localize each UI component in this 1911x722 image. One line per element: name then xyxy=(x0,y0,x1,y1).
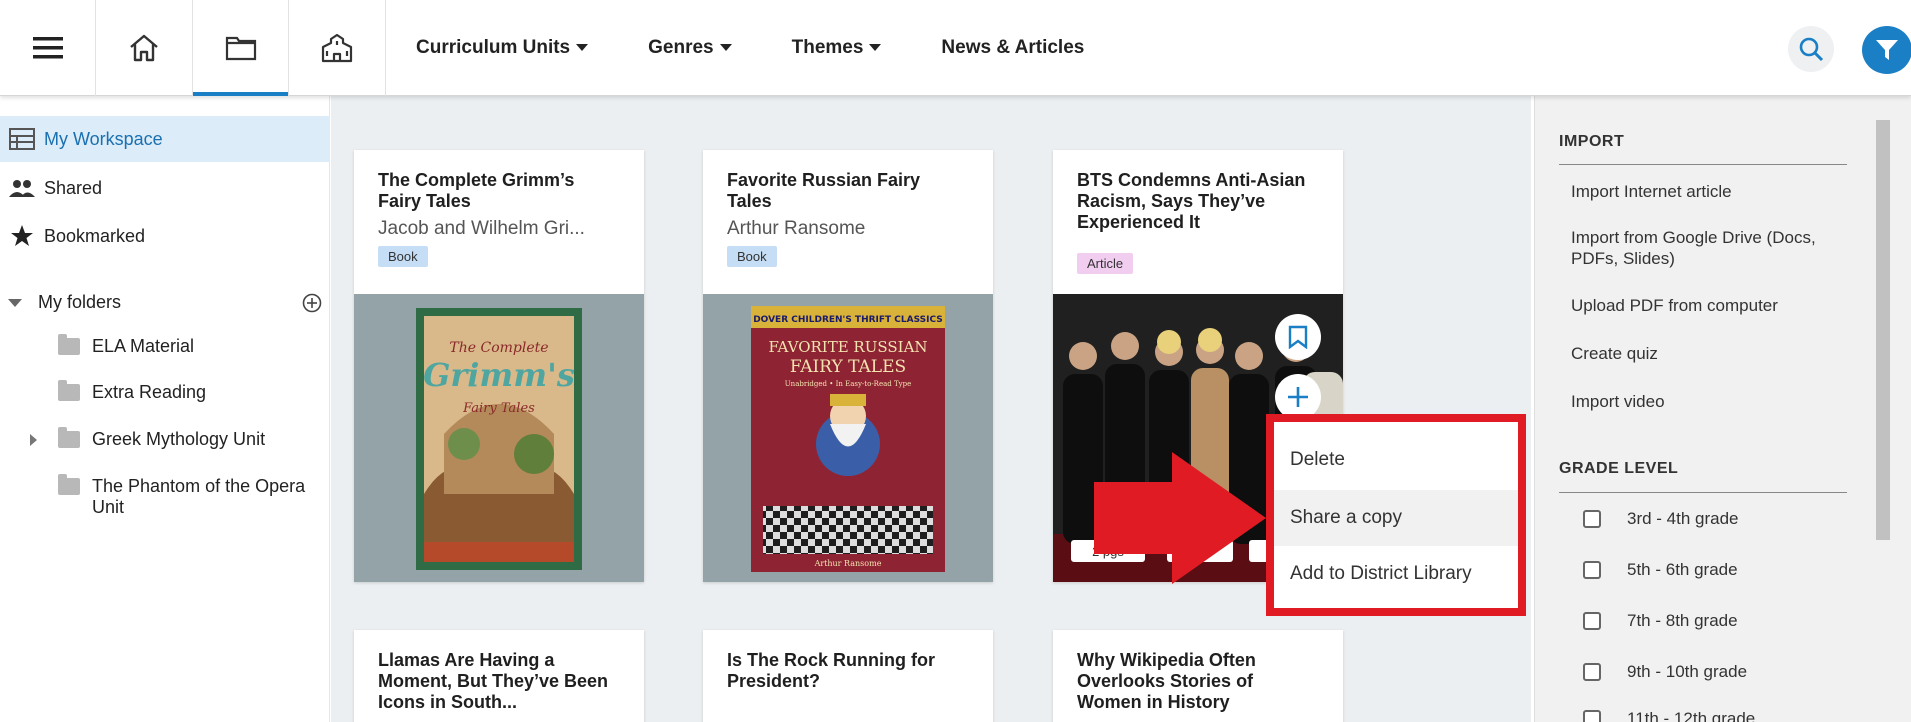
content-card[interactable]: Why Wikipedia Often Overlooks Stories of… xyxy=(1053,630,1343,722)
top-navigation: Curriculum Units Genres Themes News & Ar… xyxy=(0,0,1911,96)
checkbox[interactable] xyxy=(1583,612,1601,630)
caret-down-icon xyxy=(719,44,732,51)
import-google-drive[interactable]: Import from Google Drive (Docs, PDFs, Sl… xyxy=(1571,227,1831,269)
create-quiz[interactable]: Create quiz xyxy=(1571,343,1658,364)
search-button[interactable] xyxy=(1788,26,1834,72)
content-card[interactable]: Llamas Are Having a Moment, But They’ve … xyxy=(354,630,644,722)
type-badge: Book xyxy=(727,246,777,267)
card-title: Llamas Are Having a Moment, But They’ve … xyxy=(378,650,609,712)
checkbox[interactable] xyxy=(1583,663,1601,681)
scrollbar-thumb[interactable] xyxy=(1876,120,1890,540)
folder-item[interactable]: The Phantom of the Opera Unit xyxy=(58,474,328,518)
sidebar-item-label: My Workspace xyxy=(44,128,163,149)
nav-genres[interactable]: Genres xyxy=(648,37,732,59)
upload-pdf[interactable]: Upload PDF from computer xyxy=(1571,295,1778,316)
content-card[interactable]: The Complete Grimm’s Fairy Tales Jacob a… xyxy=(354,150,644,582)
nav-themes[interactable]: Themes xyxy=(792,37,882,59)
sidebar: My Workspace Shared Bookmarked My folder… xyxy=(0,96,330,722)
folder-icon xyxy=(58,474,80,495)
sidebar-item-bookmarked[interactable]: Bookmarked xyxy=(0,213,330,259)
menu-button[interactable] xyxy=(0,0,96,96)
type-badge: Article xyxy=(1077,253,1134,274)
school-icon xyxy=(321,33,353,62)
nav-news-articles[interactable]: News & Articles xyxy=(941,37,1084,59)
divider xyxy=(1559,492,1847,493)
home-icon xyxy=(130,34,158,61)
grade-option[interactable]: 7th - 8th grade xyxy=(1583,611,1738,631)
folder-icon xyxy=(225,36,256,60)
bookmark-icon xyxy=(1288,325,1308,349)
import-video[interactable]: Import video xyxy=(1571,391,1665,412)
card-title: BTS Condemns Anti-Asian Racism, Says The… xyxy=(1077,170,1306,232)
sidebar-item-label: Shared xyxy=(44,177,103,198)
card-author: Arthur Ransome xyxy=(727,218,866,239)
grade-option[interactable]: 3rd - 4th grade xyxy=(1583,509,1739,529)
bookmark-button[interactable] xyxy=(1275,314,1321,360)
cover-author-text: Arthur Ransome xyxy=(814,559,882,568)
nav-curriculum-units[interactable]: Curriculum Units xyxy=(416,37,589,59)
folder-item[interactable]: ELA Material xyxy=(58,334,194,357)
workspace-icon xyxy=(0,128,44,150)
star-icon xyxy=(0,224,44,248)
people-icon xyxy=(0,178,44,198)
cover-sub-text: Unabridged • In Easy-to-Read Type xyxy=(785,380,911,388)
context-menu: Delete Share a copy Add to District Libr… xyxy=(1266,414,1526,616)
grade-level-heading: GRADE LEVEL xyxy=(1559,460,1679,477)
folder-item[interactable]: Extra Reading xyxy=(58,380,206,403)
svg-text:FAVORITE RUSSIAN: FAVORITE RUSSIAN xyxy=(768,338,927,356)
card-title: Favorite Russian Fairy Tales xyxy=(727,170,921,211)
red-arrow-annotation xyxy=(1094,452,1266,584)
divider xyxy=(1559,164,1847,165)
home-button[interactable] xyxy=(96,0,193,96)
card-author: Jacob and Wilhelm Gri... xyxy=(378,218,585,239)
folder-icon xyxy=(58,380,80,401)
grade-option[interactable]: 5th - 6th grade xyxy=(1583,560,1738,580)
card-title: Is The Rock Running for President? xyxy=(727,650,936,691)
menu-item-add-district-library[interactable]: Add to District Library xyxy=(1274,546,1518,602)
checkbox[interactable] xyxy=(1583,561,1601,579)
card-cover-image: The Complete Grimm's Fairy Tales xyxy=(354,294,644,582)
filter-button[interactable] xyxy=(1862,26,1911,74)
workspace-grid: The Complete Grimm’s Fairy Tales Jacob a… xyxy=(331,96,1531,722)
content-card[interactable]: Favorite Russian Fairy Tales Arthur Rans… xyxy=(703,150,993,582)
card-title: The Complete Grimm’s Fairy Tales xyxy=(378,170,575,211)
card-cover-image: DOVER CHILDREN'S THRIFT CLASSICS FAVORIT… xyxy=(703,294,993,582)
cover-series-text: DOVER CHILDREN'S THRIFT CLASSICS xyxy=(753,315,943,325)
grade-option[interactable]: 11th - 12th grade xyxy=(1583,709,1755,722)
grade-option[interactable]: 9th - 10th grade xyxy=(1583,662,1747,682)
add-folder-button[interactable] xyxy=(302,293,322,318)
caret-down-icon xyxy=(869,44,882,51)
svg-text:Fairy Tales: Fairy Tales xyxy=(462,401,535,416)
sidebar-item-label: Bookmarked xyxy=(44,225,146,246)
svg-text:The Complete: The Complete xyxy=(449,340,548,356)
caret-down-icon xyxy=(576,44,589,51)
svg-text:Grimm's: Grimm's xyxy=(423,356,575,394)
sidebar-item-my-workspace[interactable]: My Workspace xyxy=(0,116,330,162)
checkbox[interactable] xyxy=(1583,710,1601,722)
right-panel: IMPORT Import Internet article Import fr… xyxy=(1534,96,1911,722)
import-internet-article[interactable]: Import Internet article xyxy=(1571,181,1732,202)
card-title: Why Wikipedia Often Overlooks Stories of… xyxy=(1077,650,1256,712)
folder-icon xyxy=(58,427,80,448)
plus-icon xyxy=(1288,387,1308,407)
import-heading: IMPORT xyxy=(1559,133,1625,150)
svg-text:FAIRY TALES: FAIRY TALES xyxy=(790,357,906,377)
workspace-tab[interactable] xyxy=(193,0,289,96)
menu-icon xyxy=(32,36,63,58)
menu-item-share-copy[interactable]: Share a copy xyxy=(1274,490,1518,546)
checkbox[interactable] xyxy=(1583,510,1601,528)
caret-right-icon xyxy=(30,433,37,446)
add-circle-icon xyxy=(302,293,322,313)
content-card[interactable]: Is The Rock Running for President? xyxy=(703,630,993,722)
my-folders-header[interactable]: My folders xyxy=(8,292,121,313)
school-button[interactable] xyxy=(289,0,386,96)
caret-down-icon xyxy=(8,298,22,307)
folder-item[interactable]: Greek Mythology Unit xyxy=(30,427,265,450)
type-badge: Book xyxy=(378,246,428,267)
menu-item-delete[interactable]: Delete xyxy=(1274,432,1518,488)
sidebar-item-shared[interactable]: Shared xyxy=(0,165,330,211)
search-icon xyxy=(1799,37,1824,62)
folder-icon xyxy=(58,334,80,355)
filter-icon xyxy=(1876,40,1898,60)
